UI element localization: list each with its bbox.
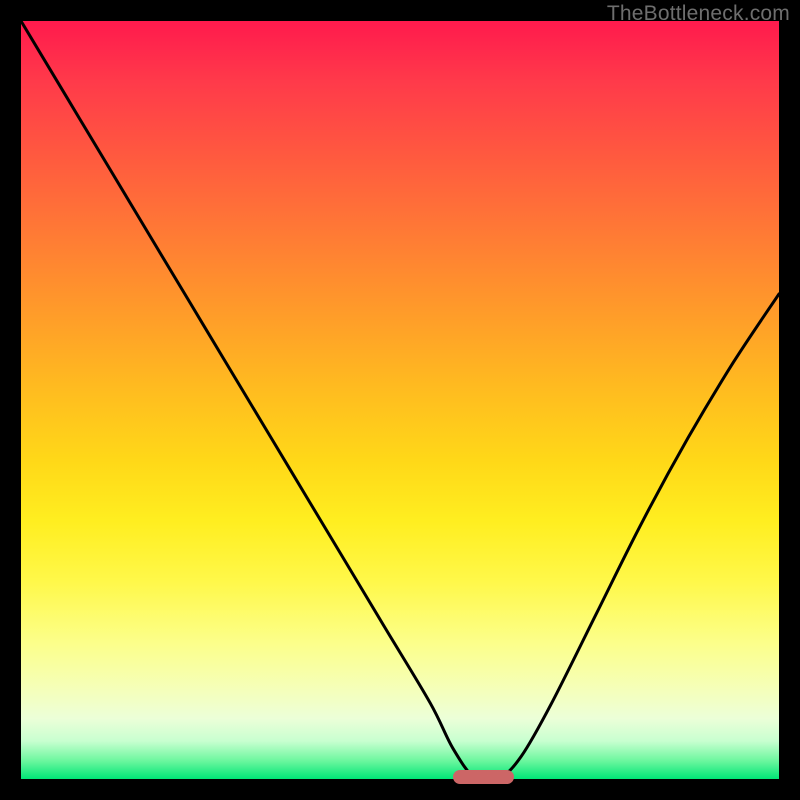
plot-area [21, 21, 779, 779]
bottleneck-curve [21, 21, 779, 779]
chart-container: TheBottleneck.com [0, 0, 800, 800]
optimal-range-marker [453, 770, 514, 784]
